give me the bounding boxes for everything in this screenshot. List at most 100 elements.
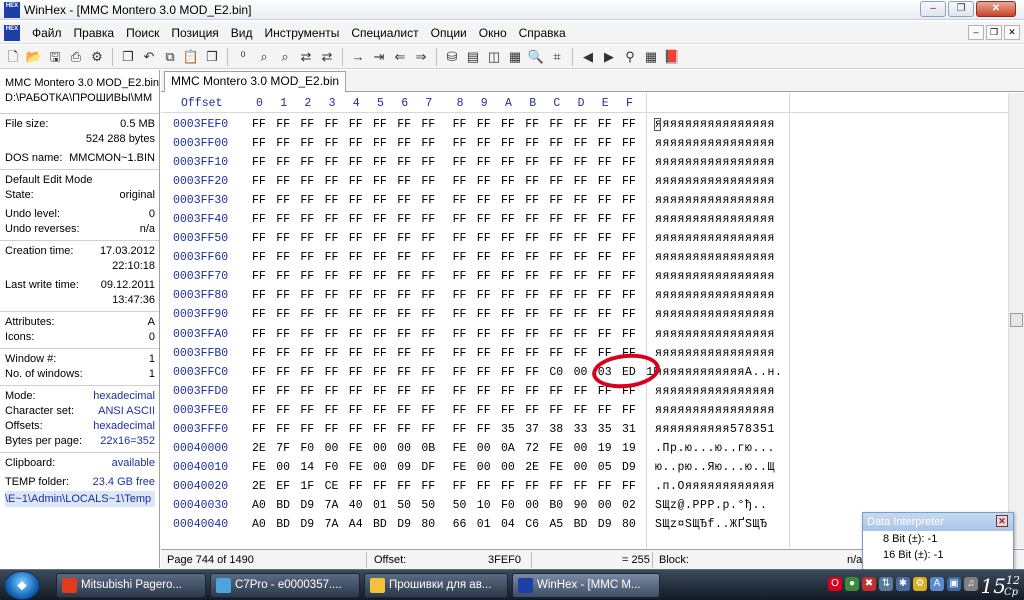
hex-byte[interactable]: FF xyxy=(276,347,290,360)
hex-byte[interactable]: FF xyxy=(421,347,435,360)
hex-byte[interactable]: FF xyxy=(574,251,588,264)
hex-byte[interactable]: 00 xyxy=(525,499,539,512)
opera-tray-icon[interactable]: O xyxy=(828,577,842,591)
start-button[interactable]: ❖ xyxy=(4,571,40,600)
forward-icon[interactable]: ⇒ xyxy=(412,48,430,66)
hex-byte[interactable]: FF xyxy=(477,289,491,302)
vertical-scrollbar[interactable] xyxy=(1008,93,1024,548)
hex-byte[interactable]: 72 xyxy=(525,442,539,455)
hex-byte[interactable]: F0 xyxy=(325,461,339,474)
hex-byte[interactable]: FF xyxy=(574,270,588,283)
close-button[interactable]: ✕ xyxy=(976,1,1016,17)
hex-byte[interactable]: D9 xyxy=(622,461,636,474)
hex-byte[interactable]: FF xyxy=(325,251,339,264)
temp-path[interactable]: \E~1\Admin\LOCALS~1\Temp xyxy=(5,491,155,507)
hex-byte[interactable]: FF xyxy=(453,270,467,283)
hex-byte[interactable]: FF xyxy=(300,137,314,150)
hex-byte[interactable]: FE xyxy=(549,461,563,474)
hex-byte[interactable]: FF xyxy=(501,480,515,493)
taskbar-item[interactable]: Прошивки для ав... xyxy=(364,573,508,598)
hex-byte[interactable]: FF xyxy=(598,289,612,302)
hex-byte[interactable]: FF xyxy=(300,175,314,188)
hex-byte[interactable]: BD xyxy=(373,518,387,531)
hex-byte[interactable]: FF xyxy=(349,423,363,436)
hex-row[interactable]: 0003FFC0 FF FF FF FF FF FF FF FF FF FF FF FF C0 00 03 ED… xyxy=(161,363,791,382)
hex-byte[interactable]: A0 xyxy=(252,518,266,531)
hex-byte[interactable]: FF xyxy=(574,347,588,360)
hex-byte[interactable]: FF xyxy=(598,270,612,283)
hex-byte[interactable]: FF xyxy=(276,118,290,131)
hex-byte[interactable]: FE xyxy=(549,442,563,455)
hex-byte[interactable]: FF xyxy=(276,366,290,379)
hex-byte[interactable]: FF xyxy=(252,194,266,207)
ascii-text[interactable]: SЩz¤SЩЂf..ЖҐSЩЂ xyxy=(655,518,768,531)
hex-byte[interactable]: 31 xyxy=(622,423,636,436)
offsets-value[interactable]: hexadecimal xyxy=(93,419,155,434)
hex-byte[interactable]: FF xyxy=(276,385,290,398)
hex-byte[interactable]: FF xyxy=(574,194,588,207)
hex-byte[interactable]: FF xyxy=(349,251,363,264)
hex-byte[interactable]: FF xyxy=(421,308,435,321)
hex-byte[interactable]: FF xyxy=(525,194,539,207)
menu-item-8[interactable]: Окно xyxy=(473,26,513,40)
display-tray-icon[interactable]: ▣ xyxy=(947,577,961,591)
hex-byte[interactable]: FF xyxy=(349,270,363,283)
hex-byte[interactable]: FF xyxy=(373,251,387,264)
hex-byte[interactable]: 33 xyxy=(574,423,588,436)
hex-byte[interactable]: FF xyxy=(349,194,363,207)
hex-byte[interactable]: 2E xyxy=(252,480,266,493)
security-tray-icon[interactable]: ✖ xyxy=(862,577,876,591)
clock[interactable]: 1512 Ср xyxy=(981,574,1020,598)
ascii-text[interactable]: яяяяяяяяяяяяяяяя xyxy=(655,251,775,264)
hex-byte[interactable]: FF xyxy=(549,156,563,169)
hex-byte[interactable]: FF xyxy=(549,289,563,302)
menu-item-5[interactable]: Инструменты xyxy=(259,26,346,40)
hex-byte[interactable]: FF xyxy=(421,385,435,398)
hex-byte[interactable]: FF xyxy=(252,175,266,188)
hex-byte[interactable]: FF xyxy=(300,251,314,264)
hex-byte[interactable]: FF xyxy=(574,137,588,150)
hex-byte[interactable]: FF xyxy=(349,175,363,188)
hex-byte[interactable]: 00 xyxy=(373,461,387,474)
hex-byte[interactable]: FF xyxy=(574,175,588,188)
ascii-text[interactable]: яяяяяяяяяяяяяяяя xyxy=(655,308,775,321)
hex-byte[interactable]: FF xyxy=(453,347,467,360)
hex-byte[interactable]: FF xyxy=(300,156,314,169)
ascii-text[interactable]: .п.Ояяяяяяяяяяяя xyxy=(655,480,775,493)
hex-row[interactable]: 00040010 FE 00 14 F0 FE 00 09 DF FE 00 00 2E FE 00 05 D9… xyxy=(161,458,791,477)
hex-byte[interactable]: 04 xyxy=(501,518,515,531)
hex-byte[interactable]: FF xyxy=(300,423,314,436)
copy-icon[interactable]: ❐ xyxy=(203,48,221,66)
hex-row[interactable]: 0003FF40 FF FF FF FF FF FF FF FF FF FF FF FF FF FF FF FF… xyxy=(161,210,791,229)
hex-byte[interactable]: DF xyxy=(421,461,435,474)
hex-byte[interactable]: FF xyxy=(300,289,314,302)
menu-item-4[interactable]: Вид xyxy=(225,26,259,40)
hex-byte[interactable]: FF xyxy=(325,328,339,341)
menu-item-1[interactable]: Правка xyxy=(68,26,121,40)
hex-byte[interactable]: 1F xyxy=(300,480,314,493)
hex-byte[interactable]: FF xyxy=(622,251,636,264)
hex-byte[interactable]: 90 xyxy=(574,499,588,512)
hex-byte[interactable]: BD xyxy=(574,518,588,531)
hex-byte[interactable]: FF xyxy=(501,289,515,302)
hex-byte[interactable]: FF xyxy=(252,385,266,398)
hex-byte[interactable]: 00 xyxy=(276,461,290,474)
hex-byte[interactable]: FF xyxy=(525,118,539,131)
hex-byte[interactable]: FF xyxy=(574,118,588,131)
hex-byte[interactable]: FF xyxy=(421,213,435,226)
book-icon[interactable]: 📕 xyxy=(663,48,681,66)
calculator-icon[interactable]: ▦ xyxy=(506,48,524,66)
binoculars-icon[interactable]: ⚲ xyxy=(621,48,639,66)
scroll-thumb[interactable] xyxy=(1010,313,1023,327)
hex-byte[interactable]: 50 xyxy=(397,499,411,512)
hex-byte[interactable]: FF xyxy=(622,213,636,226)
hex-byte[interactable]: FF xyxy=(373,423,387,436)
hex-row[interactable]: 0003FF90 FF FF FF FF FF FF FF FF FF FF FF FF FF FF FF FF… xyxy=(161,305,791,324)
hex-byte[interactable]: FF xyxy=(397,251,411,264)
hex-byte[interactable]: FF xyxy=(421,232,435,245)
hex-byte[interactable]: FF xyxy=(501,118,515,131)
hex-byte[interactable]: FF xyxy=(549,232,563,245)
hex-byte[interactable]: FF xyxy=(501,347,515,360)
hex-byte[interactable]: FF xyxy=(421,194,435,207)
hex-byte[interactable]: FF xyxy=(501,213,515,226)
